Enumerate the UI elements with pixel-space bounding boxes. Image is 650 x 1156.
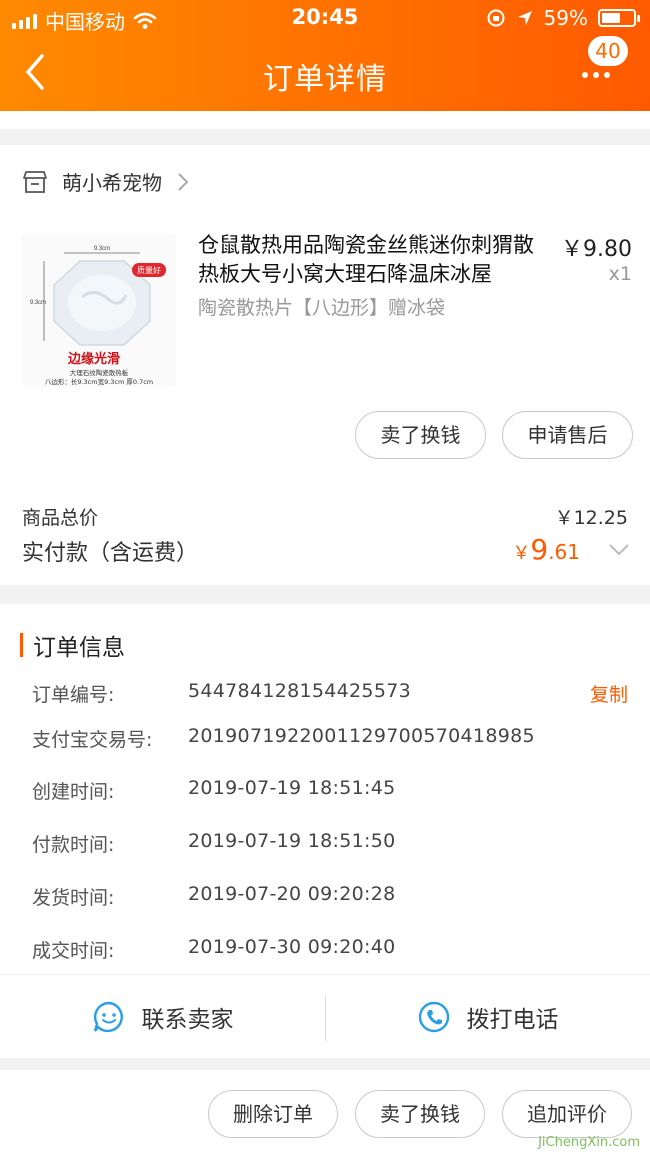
rotation-lock-icon	[487, 9, 505, 27]
delete-order-button[interactable]: 删除订单	[208, 1090, 338, 1138]
call-button[interactable]: 拨打电话	[325, 975, 650, 1059]
bottom-sell-button[interactable]: 卖了换钱	[355, 1090, 485, 1138]
copy-button[interactable]: 复制	[590, 680, 628, 707]
add-review-button[interactable]: 追加评价	[502, 1090, 632, 1138]
product-price: ￥9.80	[561, 237, 632, 262]
top-strip	[0, 111, 650, 129]
phone-icon	[418, 1001, 449, 1033]
goods-total-value: ￥12.25	[554, 507, 628, 529]
aftersale-button[interactable]: 申请售后	[502, 411, 633, 459]
page-title: 订单详情	[263, 62, 387, 97]
status-bar: 中国移动 20:45 59%	[0, 0, 650, 36]
svg-text:质量好: 质量好	[137, 265, 161, 275]
order-info-card: 订单信息 订单编号: 544784128154425573 复制 支付宝交易号:…	[0, 604, 650, 974]
product-quantity: x1	[608, 263, 632, 285]
chevron-down-icon[interactable]	[608, 543, 630, 557]
location-icon	[517, 11, 532, 25]
shop-name: 萌小希宠物	[62, 171, 162, 195]
order-info-heading: 订单信息	[20, 628, 125, 662]
nav-bar: 订单详情 40	[0, 36, 650, 111]
sell-button[interactable]: 卖了换钱	[355, 411, 486, 459]
contact-card: 联系卖家 拨打电话	[0, 974, 650, 1058]
image-size-side: 9.3cm	[30, 300, 46, 306]
header: 中国移动 20:45 59% 订单详情 40	[0, 0, 650, 111]
image-caption1: 大理石纹陶瓷散热板	[70, 368, 129, 377]
battery-percent: 59%	[543, 6, 588, 30]
goods-total-label: 商品总价	[22, 507, 99, 529]
heading-accent-bar	[20, 633, 23, 657]
store-icon	[23, 170, 47, 193]
image-caption2: 八边形：长9.3cm宽9.3cm 厚0.7cm	[45, 377, 153, 386]
image-size-top: 9.3cm	[94, 246, 110, 252]
message-badge: 40	[588, 36, 628, 66]
more-button[interactable]: 40	[582, 36, 632, 96]
image-slogan: 边缘光滑	[67, 351, 120, 367]
chat-icon	[93, 1001, 123, 1033]
more-dots-icon	[582, 72, 610, 78]
shop-row[interactable]: 萌小希宠物	[22, 167, 190, 196]
paid-amount: ￥9.61	[512, 533, 580, 566]
paid-label: 实付款（含运费）	[22, 541, 199, 566]
chevron-right-icon	[178, 172, 189, 191]
product-spec: 陶瓷散热片【八边形】赠冰袋	[198, 297, 446, 319]
bottom-action-bar: 删除订单 卖了换钱 追加评价 JiChengXin.com	[0, 1070, 650, 1156]
product-image[interactable]: 9.3cm 9.3cm 质量好 边缘光滑 大理石纹陶瓷散热板 八边形：长9.3c…	[22, 233, 176, 387]
contact-seller-button[interactable]: 联系卖家	[0, 975, 325, 1059]
watermark-text: JiChengXin.com	[538, 1135, 640, 1150]
product-card: 萌小希宠物 9.3cm 9.3cm 质量好 边缘光滑 大理石纹陶瓷散热板 八边形…	[0, 145, 650, 585]
product-title[interactable]: 仓鼠散热用品陶瓷金丝熊迷你刺猬散热板大号小窝大理石降温床冰屋	[198, 231, 550, 289]
battery-icon	[598, 9, 640, 27]
